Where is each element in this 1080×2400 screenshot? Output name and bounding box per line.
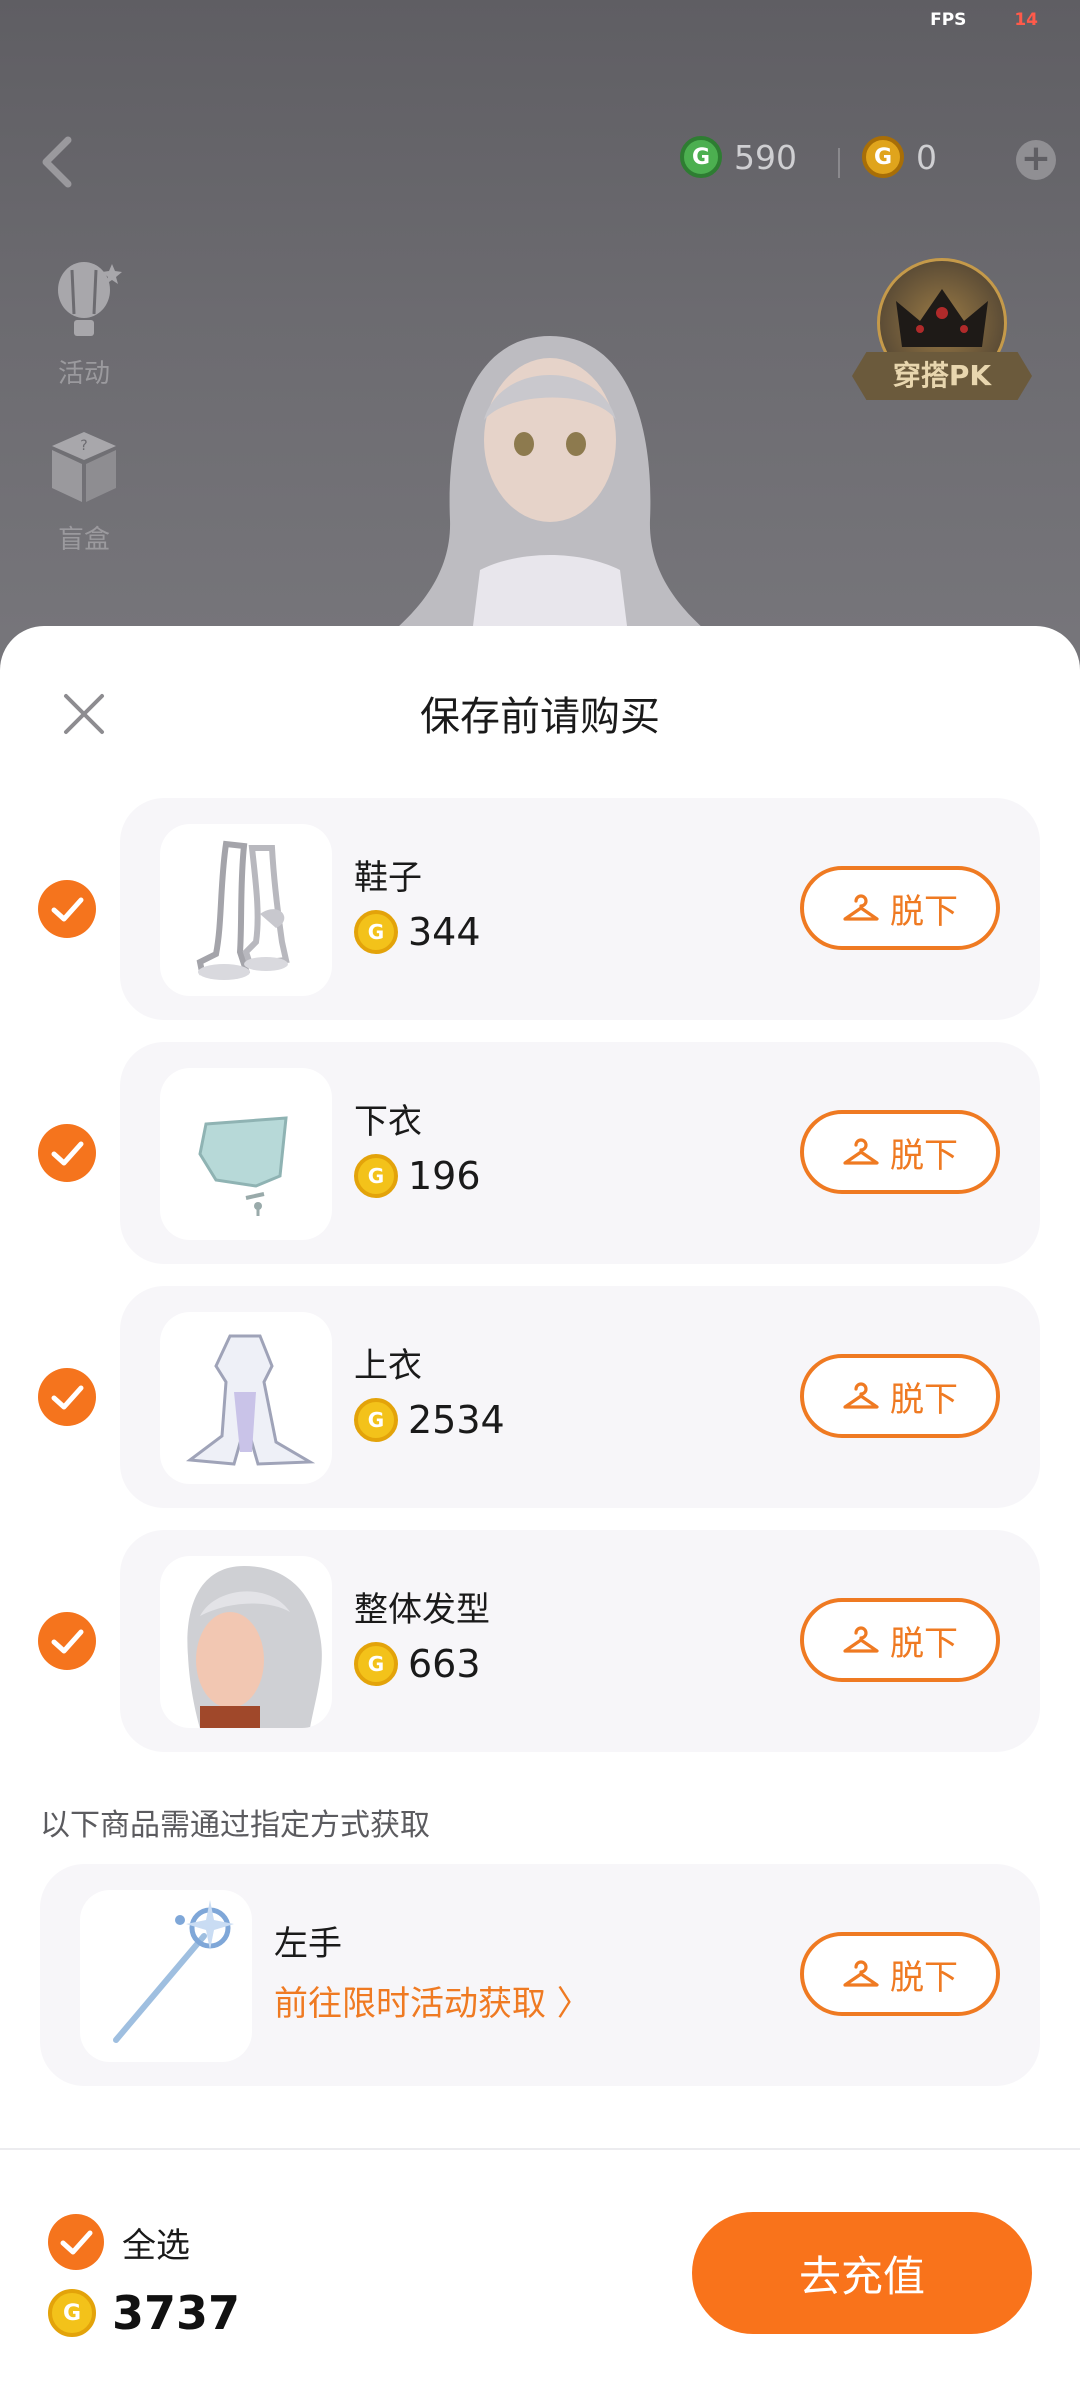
check-icon — [51, 1629, 84, 1654]
take-off-button[interactable]: 脱下 — [800, 1354, 1000, 1438]
item-thumbnail-top — [160, 1312, 332, 1484]
recharge-button[interactable]: 去充值 — [692, 2212, 1032, 2334]
take-off-label: 脱下 — [890, 1957, 958, 1998]
sidebar-item-label: 活动 — [57, 359, 110, 389]
gold-coin-icon: G — [354, 910, 398, 954]
check-icon — [51, 1385, 84, 1410]
item-price: G 2534 — [354, 1398, 505, 1442]
item-price: G 196 — [354, 1154, 481, 1198]
take-off-button[interactable]: 脱下 — [800, 1598, 1000, 1682]
gold-coin-amount: 0 — [916, 137, 937, 177]
currency-divider — [838, 148, 840, 178]
gold-coin-icon: G — [48, 2289, 96, 2337]
plus-icon[interactable]: + — [1016, 140, 1056, 180]
green-coin-amount: 590 — [734, 137, 797, 177]
limited-event-link[interactable]: 前往限时活动获取 〉 — [274, 1976, 591, 2025]
item-price-value: 196 — [408, 1154, 481, 1198]
total-price-value: 3737 — [112, 2286, 241, 2340]
blind-box-icon: ? — [52, 432, 116, 502]
item-price-value: 2534 — [408, 1398, 505, 1442]
hanger-icon — [843, 1626, 879, 1653]
item-price: G 344 — [354, 910, 481, 954]
take-off-button[interactable]: 脱下 — [800, 1932, 1000, 2016]
gold-coin-balance[interactable]: G 0 — [862, 136, 937, 178]
gold-coin-icon: G — [862, 136, 904, 178]
balloon-icon — [58, 262, 122, 336]
svg-text:?: ? — [80, 438, 87, 454]
select-all-label: 全选 — [122, 2225, 190, 2266]
take-off-button[interactable]: 脱下 — [800, 1110, 1000, 1194]
hanger-icon — [843, 1960, 879, 1987]
item-name: 下衣 — [354, 1102, 422, 1142]
item-checkbox-top[interactable] — [38, 1368, 96, 1426]
item-price: G 663 — [354, 1642, 481, 1686]
green-coin-balance[interactable]: G 590 — [680, 136, 797, 178]
item-price-value: 344 — [408, 910, 481, 954]
list-item: 整体发型 G 663 脱下 — [120, 1530, 1040, 1752]
back-arrow-icon[interactable] — [34, 132, 82, 192]
check-icon — [51, 897, 84, 922]
item-name: 鞋子 — [354, 858, 422, 898]
item-thumbnail-shoes — [160, 824, 332, 996]
special-acquisition-note: 以下商品需通过指定方式获取 — [40, 1808, 430, 1843]
sidebar-item-activity[interactable]: 活动 — [36, 258, 132, 390]
green-coin-icon: G — [680, 136, 722, 178]
fps-counter: FPS 14 — [930, 10, 1038, 30]
pk-label: 穿搭PK — [852, 352, 1032, 400]
list-item: 下衣 G 196 脱下 — [120, 1042, 1040, 1264]
sidebar-item-blind-box[interactable]: ? 盲盒 — [36, 424, 132, 556]
check-icon — [51, 1141, 84, 1166]
take-off-label: 脱下 — [890, 1135, 958, 1176]
list-item: 左手 前往限时活动获取 〉 脱下 — [40, 1864, 1040, 2086]
fps-label: FPS — [930, 10, 967, 30]
take-off-label: 脱下 — [890, 1379, 958, 1420]
item-price-value: 663 — [408, 1642, 481, 1686]
sidebar-item-label: 盲盒 — [57, 525, 110, 555]
check-icon — [48, 2214, 104, 2270]
game-scene-background: FPS 14 G 590 G 0 + 活动 ? 盲盒 穿搭PK — [0, 0, 1080, 700]
item-name: 上衣 — [354, 1346, 422, 1386]
take-off-label: 脱下 — [890, 1623, 958, 1664]
item-name: 左手 — [274, 1924, 342, 1964]
gold-coin-icon: G — [354, 1642, 398, 1686]
gold-coin-icon: G — [354, 1398, 398, 1442]
footer-divider — [0, 2148, 1080, 2150]
purchase-sheet: 保存前请购买 鞋子 G 344 脱下 下衣 G 196 脱下 上衣 G 2534… — [0, 626, 1080, 2400]
outfit-pk-badge[interactable]: 穿搭PK — [852, 258, 1032, 408]
item-checkbox-hairstyle[interactable] — [38, 1612, 96, 1670]
avatar-character — [370, 336, 730, 650]
select-all-toggle[interactable]: 全选 — [48, 2214, 190, 2270]
take-off-label: 脱下 — [890, 891, 958, 932]
gold-coin-icon: G — [354, 1154, 398, 1198]
sheet-title: 保存前请购买 — [420, 694, 660, 740]
hanger-icon — [843, 894, 879, 921]
total-price: G 3737 — [48, 2286, 240, 2340]
fps-value: 14 — [1014, 10, 1038, 30]
item-thumbnail-bottoms — [160, 1068, 332, 1240]
take-off-button[interactable]: 脱下 — [800, 866, 1000, 950]
item-thumbnail-hairstyle — [160, 1556, 332, 1728]
item-name: 整体发型 — [354, 1590, 490, 1630]
list-item: 上衣 G 2534 脱下 — [120, 1286, 1040, 1508]
item-checkbox-shoes[interactable] — [38, 880, 96, 938]
item-thumbnail-left-hand — [80, 1890, 252, 2062]
hanger-icon — [843, 1382, 879, 1409]
list-item: 鞋子 G 344 脱下 — [120, 798, 1040, 1020]
hanger-icon — [843, 1138, 879, 1165]
item-checkbox-bottoms[interactable] — [38, 1124, 96, 1182]
